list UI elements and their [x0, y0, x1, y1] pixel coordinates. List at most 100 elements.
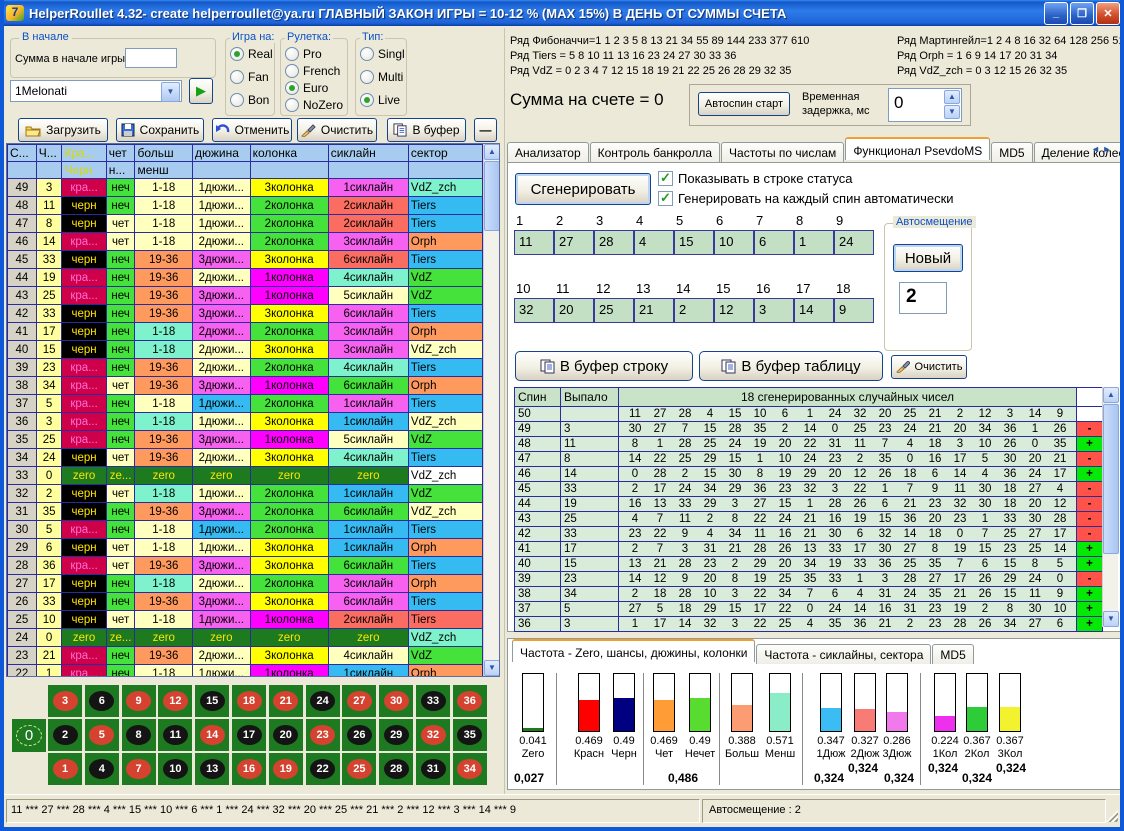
- spin-table-scrollbar[interactable]: ▲ ▼: [1102, 387, 1118, 627]
- roulette-number-cell[interactable]: 17: [232, 719, 266, 751]
- run-profile-button[interactable]: ▶: [189, 78, 213, 104]
- history-row[interactable]: 363кра...неч1-181дюжи...3колонка1сиклайн…: [8, 413, 483, 431]
- autoshift-value-box[interactable]: 2: [899, 282, 947, 314]
- radio-dot-icon[interactable]: [285, 81, 299, 95]
- load-button[interactable]: Загрузить: [18, 118, 108, 142]
- history-row[interactable]: 4533черннеч19-363дюжи...3колонка6сиклайн…: [8, 251, 483, 269]
- history-row[interactable]: 2717черннеч1-182дюжи...2колонка3сиклайнO…: [8, 575, 483, 593]
- roulette-number-cell[interactable]: 15: [195, 685, 229, 717]
- autospin-start-button[interactable]: Автоспин старт: [698, 92, 790, 116]
- radio-multi[interactable]: Multi: [360, 70, 403, 84]
- radio-french[interactable]: French: [285, 64, 340, 78]
- undo-button[interactable]: Отменить: [212, 118, 292, 142]
- minimize-button[interactable]: _: [1044, 2, 1068, 25]
- scroll-up-icon[interactable]: ▲: [1103, 387, 1119, 403]
- spin-row[interactable]: 49330277152835214025232421203436126-: [515, 421, 1103, 436]
- radio-bon[interactable]: Bon: [230, 93, 269, 107]
- start-sum-input[interactable]: [125, 48, 177, 68]
- roulette-number-cell[interactable]: 22: [306, 753, 340, 785]
- scroll-up-icon[interactable]: ▲: [484, 144, 500, 160]
- radio-dot-icon[interactable]: [230, 93, 244, 107]
- roulette-number-cell[interactable]: 32: [416, 719, 450, 751]
- freq-tab[interactable]: MD5: [932, 644, 973, 664]
- autoshift-new-button[interactable]: Новый: [893, 244, 963, 272]
- radio-dot-icon[interactable]: [230, 47, 244, 61]
- panel-clear-button[interactable]: Очистить: [891, 355, 967, 379]
- checkbox-icon[interactable]: ✓: [658, 191, 673, 206]
- roulette-number-cell[interactable]: 27: [342, 685, 376, 717]
- roulette-number-cell[interactable]: 34: [453, 753, 487, 785]
- spin-row[interactable]: 4811812825241920223111741831026035+: [515, 436, 1103, 451]
- radio-nozero[interactable]: NoZero: [285, 98, 343, 112]
- roulette-number-cell[interactable]: 30: [379, 685, 413, 717]
- spin-row[interactable]: 46140282153081929201226186144362417+: [515, 466, 1103, 481]
- chevron-down-icon[interactable]: ▼: [161, 82, 180, 102]
- roulette-number-cell[interactable]: 2: [48, 719, 82, 751]
- history-row[interactable]: 3424чернчет19-362дюжи...3колонка4сиклайн…: [8, 449, 483, 467]
- radio-dot-icon[interactable]: [360, 70, 374, 84]
- scroll-thumb[interactable]: [484, 161, 500, 231]
- roulette-number-cell[interactable]: 19: [269, 753, 303, 785]
- history-row[interactable]: 296чернчет1-181дюжи...3колонка1сиклайнOr…: [8, 539, 483, 557]
- roulette-number-cell[interactable]: 3: [48, 685, 82, 717]
- spin-row[interactable]: 3631171432322254353621223282634276+: [515, 616, 1103, 631]
- tab-функционал-psevdoms[interactable]: Функционал PsevdoMS: [845, 137, 990, 160]
- radio-dot-icon[interactable]: [285, 98, 299, 112]
- roulette-number-cell[interactable]: 31: [416, 753, 450, 785]
- roulette-number-cell[interactable]: 35: [453, 719, 487, 751]
- spin-row[interactable]: 4419161333293271512826621233230182012-: [515, 496, 1103, 511]
- roulette-number-cell[interactable]: 10: [158, 753, 192, 785]
- radio-dot-icon[interactable]: [285, 47, 299, 61]
- collapse-button[interactable]: —: [474, 118, 497, 142]
- history-row[interactable]: 330zeroze...zerozerozerozeroVdZ_zch: [8, 467, 483, 485]
- radio-euro[interactable]: Euro: [285, 81, 328, 95]
- spin-row[interactable]: 40151321282322920341933362535761585+: [515, 556, 1103, 571]
- tab-частоты-по-числам[interactable]: Частоты по числам: [721, 142, 844, 162]
- history-row[interactable]: 3923кра...неч19-362дюжи...2колонка4сикла…: [8, 359, 483, 377]
- roulette-number-cell[interactable]: 7: [122, 753, 156, 785]
- profile-combobox[interactable]: 1Melonati ▼: [10, 80, 182, 102]
- roulette-number-cell[interactable]: 4: [85, 753, 119, 785]
- checkbox-show-status[interactable]: ✓ Показывать в строке статуса: [658, 171, 853, 186]
- roulette-number-cell[interactable]: 36: [453, 685, 487, 717]
- spin-row[interactable]: 42332322943411162130632141807252717-: [515, 526, 1103, 541]
- buffer-table-button[interactable]: В буфер таблицу: [699, 351, 883, 381]
- history-row[interactable]: 375кра...неч1-181дюжи...2колонка1сиклайн…: [8, 395, 483, 413]
- roulette-number-cell[interactable]: 26: [342, 719, 376, 751]
- spin-row[interactable]: 3834218281032234764312435212615119+: [515, 586, 1103, 601]
- radio-dot-icon[interactable]: [360, 47, 374, 61]
- radio-dot-icon[interactable]: [285, 64, 299, 78]
- history-row[interactable]: 322чернчет1-181дюжи...2колонка1сиклайнVd…: [8, 485, 483, 503]
- roulette-number-cell[interactable]: 12: [158, 685, 192, 717]
- radio-fan[interactable]: Fan: [230, 70, 269, 84]
- radio-dot-icon[interactable]: [230, 70, 244, 84]
- history-row[interactable]: 4325кра...неч19-363дюжи...1колонка5сикла…: [8, 287, 483, 305]
- freq-tab[interactable]: Частота - Zero, шансы, дюжины, колонки: [512, 639, 755, 662]
- spin-row[interactable]: 43254711282224211619153620231333028-: [515, 511, 1103, 526]
- spin-row[interactable]: 47814222529151102423235016175302021-: [515, 451, 1103, 466]
- freq-tab[interactable]: Частота - сиклайны, сектора: [756, 644, 931, 664]
- history-row[interactable]: 4233черннеч19-363дюжи...3колонка6сиклайн…: [8, 305, 483, 323]
- radio-dot-icon[interactable]: [360, 93, 374, 107]
- roulette-number-cell[interactable]: 11: [158, 719, 192, 751]
- roulette-number-cell[interactable]: 33: [416, 685, 450, 717]
- history-row[interactable]: 240zeroze...zerozerozerozeroVdZ_zch: [8, 629, 483, 647]
- spin-row[interactable]: 411727331212826133317302781915232514+: [515, 541, 1103, 556]
- buffer-row-button[interactable]: В буфер строку: [515, 351, 693, 381]
- roulette-number-cell[interactable]: 16: [232, 753, 266, 785]
- roulette-zero-cell[interactable]: 0: [12, 719, 46, 752]
- scroll-thumb[interactable]: [1103, 404, 1119, 554]
- history-row[interactable]: 478чернчет1-181дюжи...2колонка2сиклайнTi…: [8, 215, 483, 233]
- history-row[interactable]: 2510чернчет1-181дюжи...1колонка2сиклайнT…: [8, 611, 483, 629]
- history-scrollbar[interactable]: ▲▼: [483, 144, 499, 676]
- radio-live[interactable]: Live: [360, 93, 400, 107]
- radio-real[interactable]: Real: [230, 47, 273, 61]
- history-row[interactable]: 3834кра...чет19-363дюжи...1колонка6сикла…: [8, 377, 483, 395]
- roulette-number-cell[interactable]: 9: [122, 685, 156, 717]
- roulette-number-cell[interactable]: 8: [122, 719, 156, 751]
- roulette-number-cell[interactable]: 20: [269, 719, 303, 751]
- roulette-number-cell[interactable]: 6: [85, 685, 119, 717]
- copy-button[interactable]: В буфер: [387, 118, 466, 142]
- tab-анализатор[interactable]: Анализатор: [507, 142, 589, 162]
- history-row[interactable]: 221кра...неч1-181дюжи...1колонка1сиклайн…: [8, 665, 483, 678]
